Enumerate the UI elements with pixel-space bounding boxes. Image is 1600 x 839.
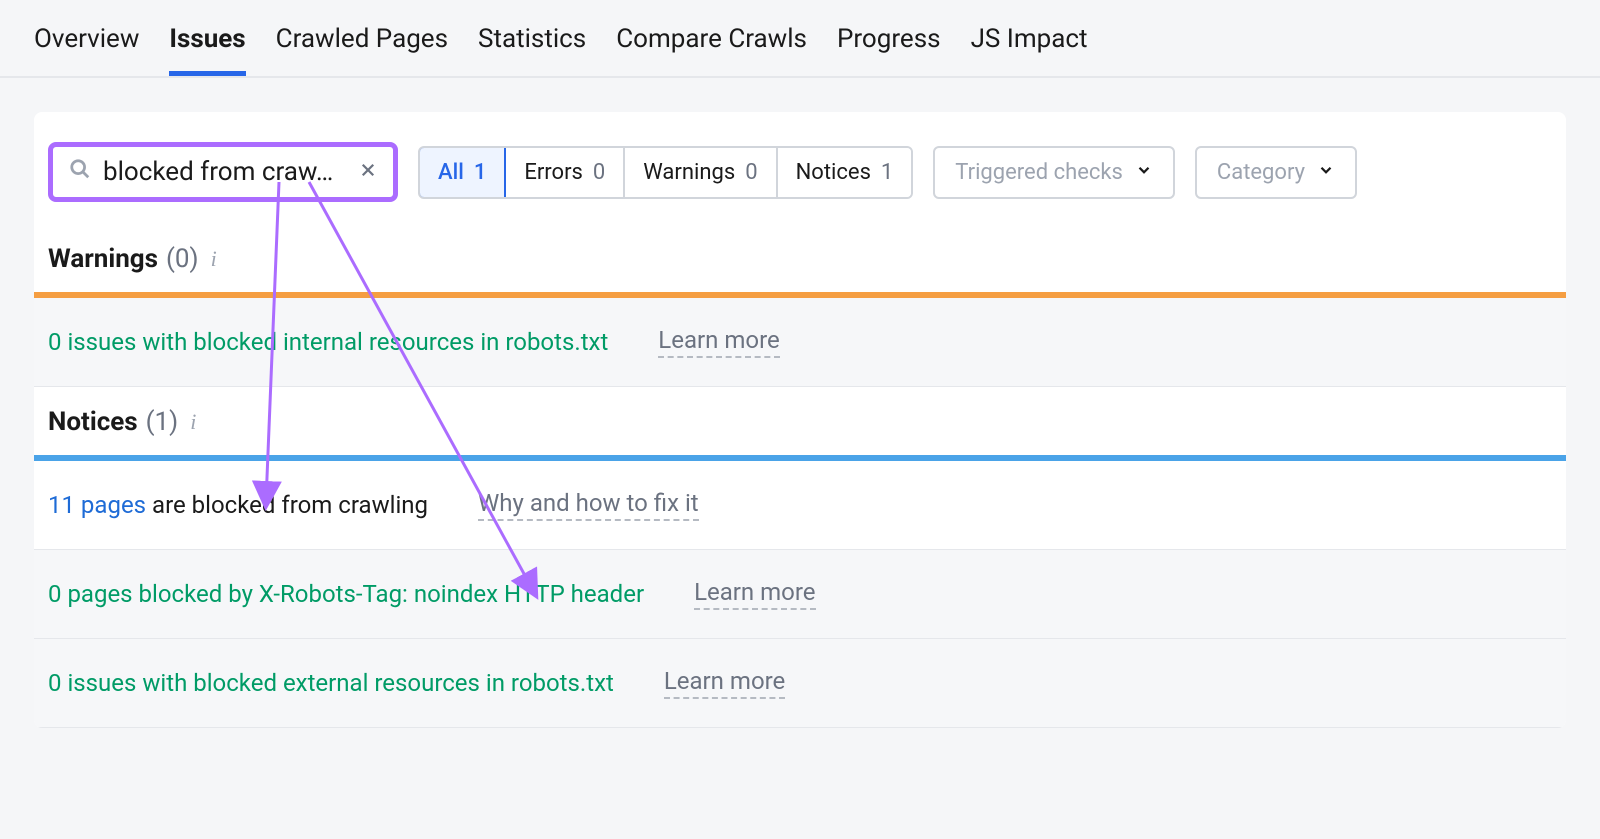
tab-issues[interactable]: Issues: [169, 0, 245, 76]
issue-link[interactable]: 11 pages: [48, 491, 146, 519]
issues-panel: blocked from craw… All1Errors0Warnings0N…: [34, 112, 1566, 728]
issue-row[interactable]: 11 pages are blocked from crawling Why an…: [34, 461, 1566, 550]
filter-errors[interactable]: Errors 0: [506, 148, 625, 197]
filter-count: 1: [881, 160, 893, 185]
section-header-notices: Notices (1) i: [34, 387, 1566, 455]
search-value[interactable]: blocked from craw…: [103, 157, 347, 187]
issue-row[interactable]: 0 issues with blocked external resources…: [34, 639, 1566, 728]
category-dropdown[interactable]: Category: [1195, 146, 1357, 199]
dropdown-label: Triggered checks: [955, 160, 1123, 185]
issue-text: 0 issues with blocked internal resources…: [48, 328, 608, 356]
info-icon[interactable]: i: [190, 409, 196, 435]
top-tabs: Overview Issues Crawled Pages Statistics Com…: [0, 0, 1600, 78]
issue-row[interactable]: 0 issues with blocked internal resources…: [34, 298, 1566, 387]
learn-more-link[interactable]: Learn more: [658, 326, 779, 358]
section-header-warnings: Warnings (0) i: [34, 224, 1566, 292]
filter-label: All: [438, 160, 464, 185]
search-input-wrap[interactable]: blocked from craw…: [48, 142, 398, 202]
tab-statistics[interactable]: Statistics: [478, 0, 586, 76]
filter-label: Notices: [796, 160, 871, 185]
search-icon: [69, 158, 91, 186]
section-count: (0): [166, 244, 199, 274]
filter-notices[interactable]: Notices 1: [778, 148, 912, 197]
dropdown-label: Category: [1217, 160, 1305, 185]
filter-bar: blocked from craw… All1Errors0Warnings0N…: [34, 112, 1566, 224]
tab-compare-crawls[interactable]: Compare Crawls: [616, 0, 807, 76]
learn-more-link[interactable]: Learn more: [694, 578, 815, 610]
section-title: Notices: [48, 407, 138, 437]
tab-crawled-pages[interactable]: Crawled Pages: [276, 0, 448, 76]
issue-row[interactable]: 0 pages blocked by X-Robots-Tag: noindex…: [34, 550, 1566, 639]
filter-warnings[interactable]: Warnings 0: [625, 148, 777, 197]
learn-more-link[interactable]: Why and how to fix it: [478, 489, 699, 521]
tab-overview[interactable]: Overview: [34, 0, 139, 76]
filter-label: Errors: [524, 160, 583, 185]
tab-js-impact[interactable]: JS Impact: [971, 0, 1088, 76]
learn-more-link[interactable]: Learn more: [664, 667, 785, 699]
info-icon[interactable]: i: [211, 246, 217, 272]
section-title: Warnings: [48, 244, 158, 274]
filter-count: 0: [745, 160, 757, 185]
chevron-down-icon: [1135, 160, 1153, 185]
filter-chips: All 1 Errors 0 Warnings 0 Notices 1: [418, 146, 913, 199]
issue-text: 0 issues with blocked external resources…: [48, 669, 614, 697]
filter-count: 0: [593, 160, 605, 185]
issue-text: 11 pages are blocked from crawling: [48, 491, 428, 519]
chevron-down-icon: [1317, 160, 1335, 185]
section-count: (1): [146, 407, 179, 437]
filter-count: 1: [474, 160, 487, 185]
filter-all[interactable]: All 1: [418, 146, 506, 199]
tab-progress[interactable]: Progress: [837, 0, 941, 76]
clear-search-icon[interactable]: [359, 160, 377, 185]
issue-text: 0 pages blocked by X-Robots-Tag: noindex…: [48, 580, 644, 608]
triggered-checks-dropdown[interactable]: Triggered checks: [933, 146, 1175, 199]
filter-label: Warnings: [643, 160, 735, 185]
